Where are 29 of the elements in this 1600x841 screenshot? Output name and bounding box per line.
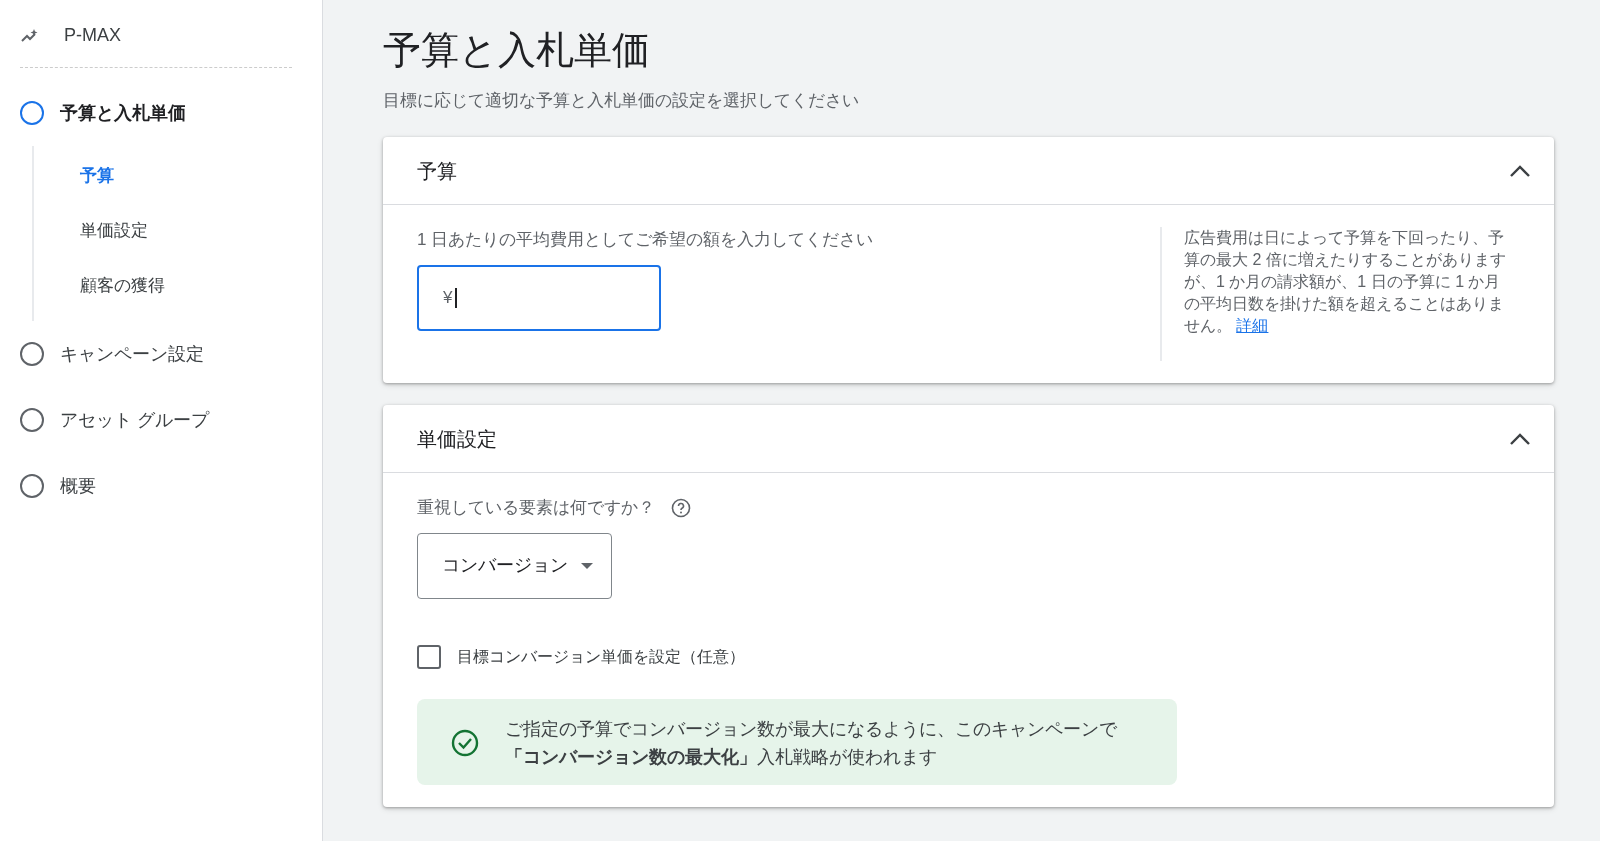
substep-item[interactable]: 単価設定 (80, 203, 292, 258)
step-item[interactable]: 概要 (20, 453, 292, 519)
section-heading: 予算 (417, 158, 457, 184)
step-item[interactable]: キャンペーン設定 (20, 321, 292, 387)
question-label: 重視している要素は何ですか？ (417, 497, 655, 520)
help-text: 広告費用は日によって予算を下回ったり、予算の最大 2 倍に増えたりすることがありますが、1 か月の請求額が、1 日の予算に 1 か月の平均日数を掛けた額を超えることはありません。 詳細 (1160, 227, 1520, 362)
field-label: 1 日あたりの平均費用としてご希望の額を入力してください (417, 229, 874, 252)
page-subtitle: 目標に応じて適切な予算と入札単価の設定を選択してください (383, 89, 860, 112)
help-icon[interactable] (671, 497, 691, 518)
step-circle-icon (20, 342, 44, 366)
trend-sparkle-icon (20, 27, 40, 44)
checkbox[interactable] (417, 644, 441, 669)
campaign-type-label: P-MAX (64, 24, 121, 47)
step-circle-icon (20, 474, 44, 498)
substep-item[interactable]: 顧客の獲得 (80, 258, 292, 313)
details-link[interactable]: 詳細 (1236, 317, 1269, 335)
dropdown[interactable]: コンバージョン (417, 532, 612, 599)
step-circle-icon (20, 101, 44, 125)
step-item[interactable]: 予算と入札単価 (20, 80, 292, 146)
page-title: 予算と入札単価 (383, 28, 651, 73)
checkbox-label: 目標コンバージョン単価を設定（任意） (457, 646, 745, 667)
check-circle-icon (451, 728, 479, 757)
section-heading: 単価設定 (417, 426, 497, 452)
input-field[interactable]: ¥ (417, 264, 661, 331)
step-circle-icon (20, 408, 44, 432)
dropdown-arrow-icon (580, 561, 594, 570)
step-item[interactable]: アセット グループ (20, 387, 292, 453)
info-text: ご指定の予算でコンバージョン数が最大になるように、このキャンペーンで「コンバージョン数の最大化」入札戦略が使われます (505, 717, 1118, 769)
substep-item[interactable]: 予算 (80, 148, 292, 203)
